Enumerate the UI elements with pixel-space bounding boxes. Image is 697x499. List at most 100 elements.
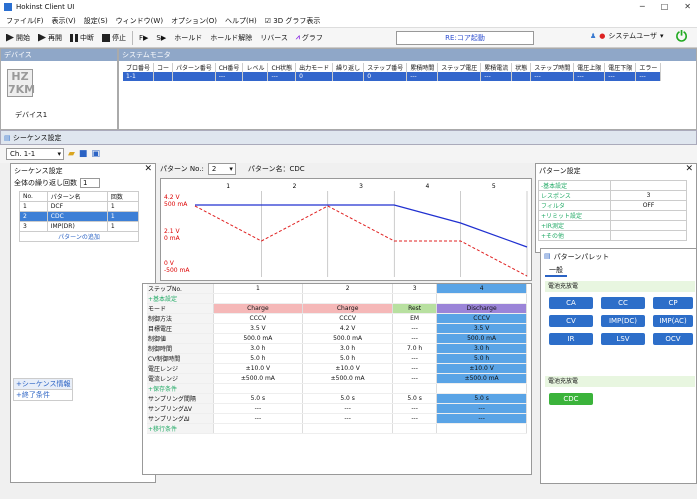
step-cell[interactable]: ±500.0 mA bbox=[436, 373, 527, 384]
palette-button[interactable]: CC bbox=[601, 297, 645, 309]
menu-options[interactable]: オプション(O) bbox=[171, 16, 217, 26]
menu-window[interactable]: ウィンドウ(W) bbox=[116, 16, 163, 26]
step-cell[interactable] bbox=[213, 423, 304, 434]
channel-select[interactable]: Ch. 1-1 bbox=[6, 148, 64, 160]
step-cell[interactable]: --- bbox=[392, 353, 438, 364]
step-cell[interactable]: ±10.0 V bbox=[302, 363, 393, 374]
palette-button[interactable]: CA bbox=[549, 297, 593, 309]
step-cell[interactable]: 3.5 V bbox=[436, 323, 527, 334]
save-icon[interactable]: ■ bbox=[79, 149, 88, 159]
menu-settings[interactable]: 設定(S) bbox=[84, 16, 108, 26]
step-cell[interactable]: 3.5 V bbox=[213, 323, 304, 334]
step-cell[interactable]: 5.0 h bbox=[302, 353, 393, 364]
resume-button[interactable]: 再開 bbox=[36, 30, 64, 46]
step-cell[interactable]: Rest bbox=[392, 303, 438, 314]
close-icon[interactable]: ✕ bbox=[685, 164, 693, 174]
table-row[interactable]: 1 DCF 1 bbox=[19, 201, 140, 212]
step-cell[interactable]: CCCV bbox=[436, 313, 527, 324]
palette-section-cycle[interactable]: 電池充放電 bbox=[545, 376, 695, 387]
step-cell[interactable]: --- bbox=[213, 413, 304, 424]
hold-release-button[interactable]: ホールド解除 bbox=[208, 30, 254, 46]
step-cell[interactable] bbox=[436, 423, 527, 434]
step-cell[interactable]: 500.0 mA bbox=[436, 333, 527, 344]
step-cell[interactable]: 5.0 s bbox=[436, 393, 527, 404]
repeat-input[interactable]: 1 bbox=[80, 178, 100, 188]
tab-general[interactable]: 一般 bbox=[545, 265, 567, 277]
palette-section-charge-discharge[interactable]: 電池充放電 bbox=[545, 281, 695, 292]
row-label[interactable]: +基本設定 bbox=[147, 293, 214, 304]
step-cell[interactable]: ±10.0 V bbox=[213, 363, 304, 374]
step-cell[interactable] bbox=[392, 423, 438, 434]
step-cell[interactable] bbox=[392, 293, 438, 304]
step-cell[interactable]: --- bbox=[302, 413, 393, 424]
step-cell[interactable]: 5.0 h bbox=[213, 353, 304, 364]
step-cell[interactable]: --- bbox=[302, 403, 393, 414]
palette-button[interactable]: OCV bbox=[653, 333, 693, 345]
maximize-button[interactable]: □ bbox=[661, 2, 669, 11]
step-cell[interactable]: 4.2 V bbox=[302, 323, 393, 334]
close-button[interactable]: ✕ bbox=[684, 2, 691, 11]
pattern-no-select[interactable]: 2 bbox=[207, 163, 236, 175]
table-row[interactable]: +IR測定 bbox=[538, 220, 687, 231]
s-forward-button[interactable]: S▶ bbox=[154, 30, 168, 46]
step-cell[interactable]: EM bbox=[392, 313, 438, 324]
step-cell[interactable]: --- bbox=[392, 363, 438, 374]
row-label[interactable]: +保存条件 bbox=[147, 383, 214, 394]
step-cell[interactable]: CCCV bbox=[213, 313, 304, 324]
step-cell[interactable]: 5.0 s bbox=[392, 393, 438, 404]
folder-open-icon[interactable]: ▰ bbox=[68, 149, 75, 159]
device-logo[interactable]: HZ 7KM bbox=[7, 69, 35, 97]
step-cell[interactable]: CCCV bbox=[302, 313, 393, 324]
step-cell[interactable]: --- bbox=[436, 413, 527, 424]
step-cell[interactable] bbox=[436, 383, 527, 394]
graph-button[interactable]: ⩘ グラフ bbox=[294, 30, 325, 46]
step-cell[interactable] bbox=[213, 293, 304, 304]
row-label[interactable]: +移行条件 bbox=[147, 423, 214, 434]
step-cell[interactable]: --- bbox=[392, 323, 438, 334]
step-cell[interactable]: --- bbox=[392, 333, 438, 344]
step-cell[interactable]: Charge bbox=[213, 303, 304, 314]
step-cell[interactable]: --- bbox=[213, 403, 304, 414]
step-cell[interactable]: --- bbox=[392, 373, 438, 384]
step-cell[interactable]: 5.0 s bbox=[302, 393, 393, 404]
step-cell[interactable]: 3.0 h bbox=[213, 343, 304, 354]
step-cell[interactable]: --- bbox=[436, 403, 527, 414]
menu-file[interactable]: ファイル(F) bbox=[6, 16, 44, 26]
table-row[interactable]: -基本設定 bbox=[538, 180, 687, 191]
step-cell[interactable] bbox=[302, 383, 393, 394]
start-button[interactable]: 開始 bbox=[4, 30, 32, 46]
palette-button[interactable]: IMP(AC) bbox=[653, 315, 693, 327]
palette-cdc-button[interactable]: CDC bbox=[549, 393, 593, 405]
palette-button[interactable]: IR bbox=[549, 333, 593, 345]
table-row[interactable]: 3 IMP(DR) 1 bbox=[19, 221, 140, 232]
step-cell[interactable]: 3.0 h bbox=[436, 343, 527, 354]
step-cell[interactable]: 500.0 mA bbox=[213, 333, 304, 344]
step-cell[interactable] bbox=[392, 383, 438, 394]
step-cell[interactable]: ±10.0 V bbox=[436, 363, 527, 374]
step-cell[interactable]: Charge bbox=[302, 303, 393, 314]
table-row[interactable]: 2 CDC 1 bbox=[19, 211, 140, 222]
step-cell[interactable]: 3.0 h bbox=[302, 343, 393, 354]
pause-button[interactable]: 中断 bbox=[68, 30, 96, 46]
table-row[interactable]: +その他 bbox=[538, 230, 687, 241]
end-condition-header[interactable]: +終了条件 bbox=[13, 389, 73, 401]
palette-button[interactable]: LSV bbox=[601, 333, 645, 345]
menu-help[interactable]: ヘルプ(H) bbox=[225, 16, 257, 26]
user-selector[interactable]: ♟ ● システムユーザ ▾ bbox=[590, 31, 664, 41]
power-icon[interactable]: ⏻ bbox=[676, 29, 692, 45]
add-pattern-button[interactable]: パターンの追加 bbox=[19, 231, 139, 242]
table-row[interactable]: +リミット設定 bbox=[538, 210, 687, 221]
preview-icon[interactable]: ▣ bbox=[91, 149, 100, 159]
step-cell[interactable]: ±500.0 mA bbox=[213, 373, 304, 384]
step-cell[interactable]: --- bbox=[392, 403, 438, 414]
step-cell[interactable]: Discharge bbox=[436, 303, 527, 314]
table-row[interactable]: フィルタ OFF bbox=[538, 200, 687, 211]
minimize-button[interactable]: ─ bbox=[640, 2, 645, 11]
step-cell[interactable]: 5.0 h bbox=[436, 353, 527, 364]
reverse-button[interactable]: リバース bbox=[258, 30, 290, 46]
hold-button[interactable]: ホールド bbox=[172, 30, 204, 46]
step-cell[interactable] bbox=[436, 293, 527, 304]
stop-button[interactable]: 停止 bbox=[100, 30, 128, 46]
step-cell[interactable] bbox=[302, 293, 393, 304]
step-cell[interactable]: --- bbox=[392, 413, 438, 424]
